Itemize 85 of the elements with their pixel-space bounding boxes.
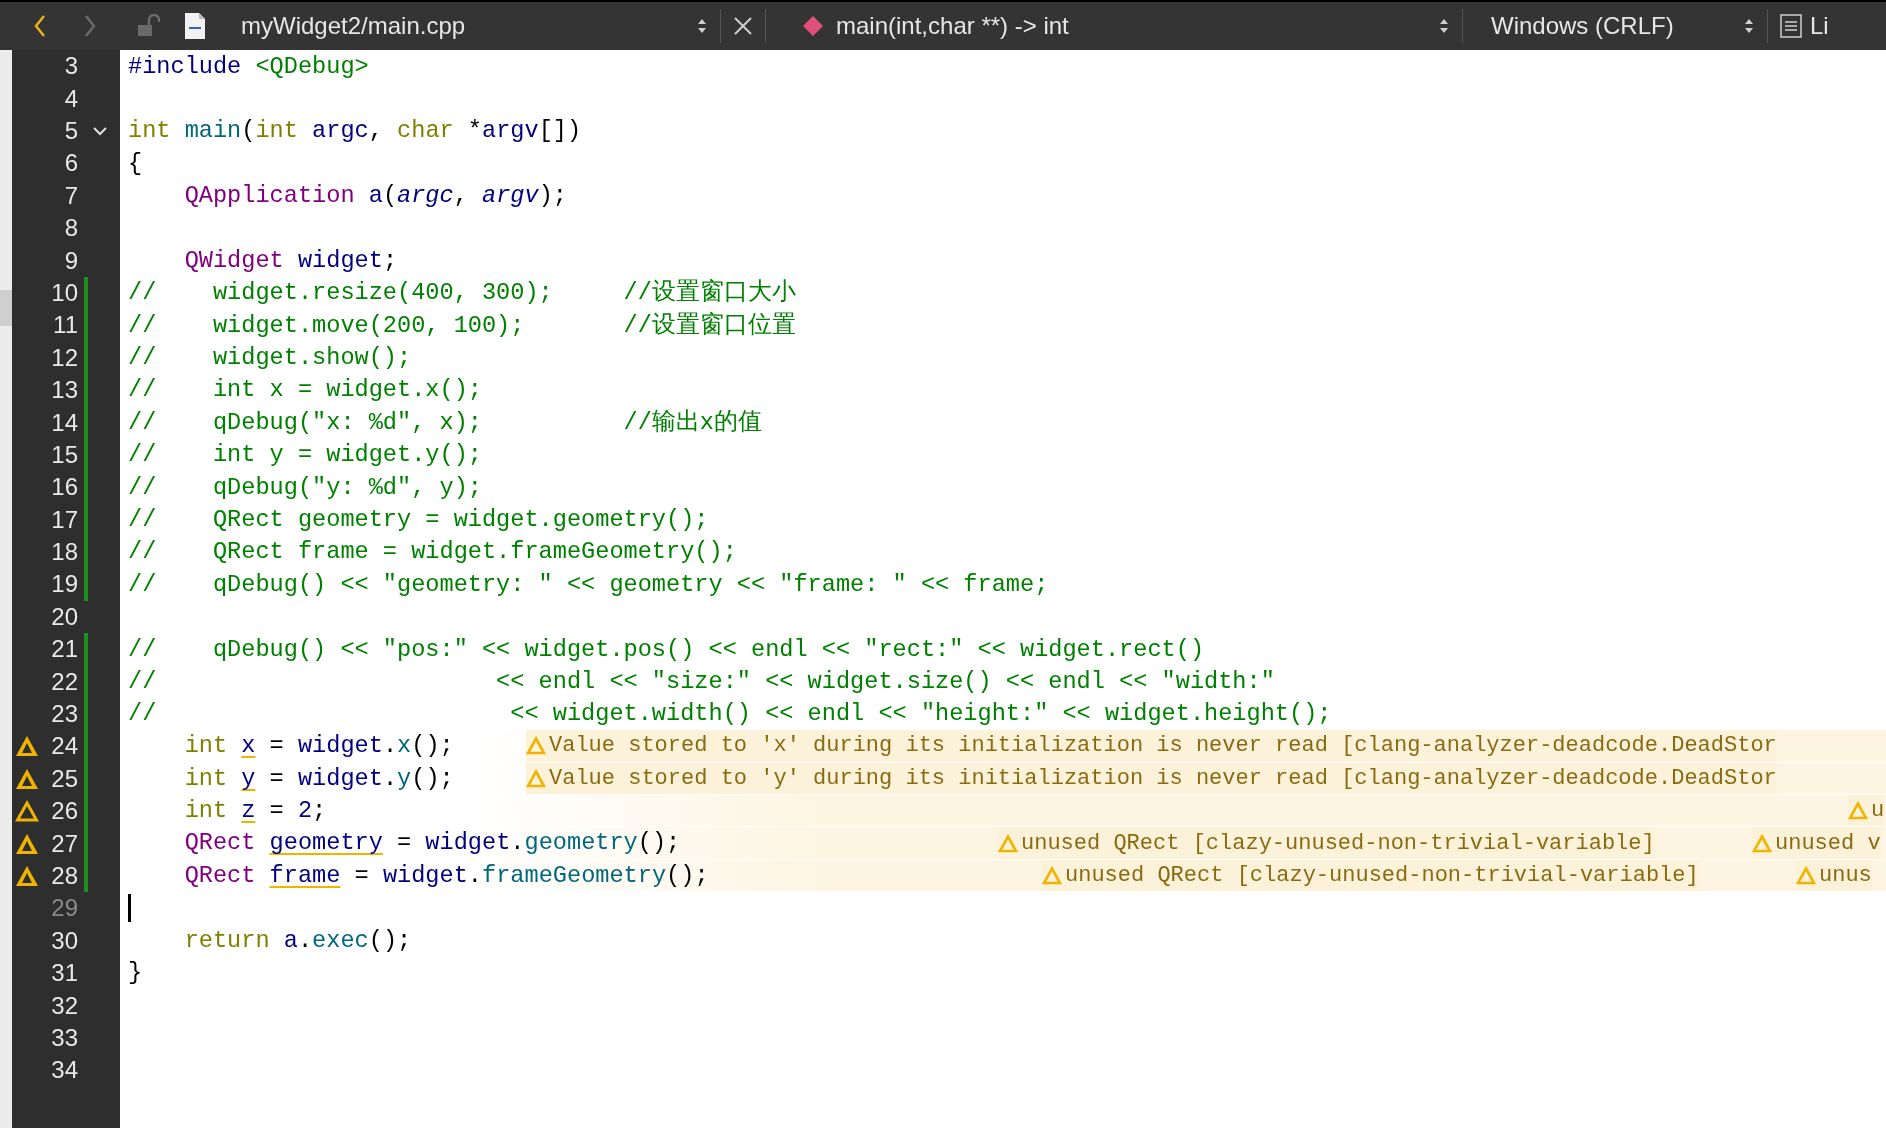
warning-icon xyxy=(1752,833,1772,853)
line-number: 10 xyxy=(50,277,78,308)
toolbar-label[interactable]: Li xyxy=(1810,8,1829,44)
warning-icon xyxy=(998,833,1018,853)
warning-icon xyxy=(1848,801,1868,821)
line-number: 19 xyxy=(50,569,78,600)
line-number: 24 xyxy=(50,731,78,762)
warning-icon[interactable] xyxy=(15,735,39,758)
line-number: 26 xyxy=(50,796,78,827)
line-number: 15 xyxy=(50,439,78,470)
line-number: 11 xyxy=(52,310,78,341)
fold-chevron-icon[interactable] xyxy=(92,124,108,137)
warning-icon[interactable] xyxy=(15,832,39,855)
code-line: #include <QDebug> xyxy=(128,51,369,82)
code-line: QWidget widget; xyxy=(183,245,398,276)
code-comment: // int x = widget.x(); xyxy=(128,375,482,406)
line-number: 5 xyxy=(63,116,78,146)
warning-annotation: unus xyxy=(1819,861,1872,890)
line-number: 17 xyxy=(50,504,78,535)
code-line: int y = widget.y(); xyxy=(183,763,454,794)
warning-icon xyxy=(1796,865,1816,885)
code-comment: // << endl << "size:" << widget.size() << endl << "width:" xyxy=(128,666,1275,697)
diamond-icon xyxy=(802,15,824,37)
code-comment: // qDebug("y: %d", y); xyxy=(128,472,482,503)
line-number: 32 xyxy=(50,990,78,1021)
line-number: 33 xyxy=(50,1022,78,1053)
line-number: 4 xyxy=(63,83,78,114)
warning-icon xyxy=(526,768,546,788)
warning-icon xyxy=(1042,865,1062,885)
warning-icon[interactable] xyxy=(15,864,39,887)
code-line: QApplication a(argc, argv); xyxy=(183,181,567,212)
line-number: 20 xyxy=(50,601,78,632)
code-comment: // widget.move(200, 100); //设置窗口位置 xyxy=(128,310,796,341)
line-number: 8 xyxy=(63,213,78,244)
close-icon[interactable] xyxy=(733,16,753,36)
line-number: 22 xyxy=(50,666,78,697)
line-number: 34 xyxy=(50,1055,78,1086)
warning-annotation: Value stored to 'y' during its initialization is never read [clang-analyzer-deadcode.DeadStor xyxy=(549,764,1777,793)
line-number: 6 xyxy=(63,148,78,179)
symbol-name[interactable]: main(int,char **) -> int xyxy=(836,8,1438,44)
code-comment: // int y = widget.y(); xyxy=(128,440,482,471)
warning-icon[interactable] xyxy=(15,800,39,823)
line-number: 21 xyxy=(50,634,78,665)
line-number: 27 xyxy=(50,828,78,859)
warning-icon xyxy=(526,736,546,756)
code-comment: // qDebug() << "pos:" << widget.pos() << endl << "rect:" << widget.rect() xyxy=(128,634,1205,665)
line-number: 14 xyxy=(50,407,78,438)
code-comment: // widget.resize(400, 300); //设置窗口大小 xyxy=(128,277,796,309)
line-number: 28 xyxy=(50,860,78,891)
line-number: 3 xyxy=(63,51,78,82)
warning-annotation: Value stored to 'x' during its initialization is never read [clang-analyzer-deadcode.DeadStor xyxy=(549,732,1777,761)
code-comment: // qDebug("x: %d", x); //输出x的值 xyxy=(128,407,763,438)
line-number: 9 xyxy=(63,245,78,276)
line-number: 31 xyxy=(50,958,78,989)
code-line: QRect geometry = widget.geometry(); xyxy=(183,828,681,859)
code-comment: // QRect frame = widget.frameGeometry(); xyxy=(128,537,737,568)
line-number: 12 xyxy=(50,342,78,373)
code-comment: // qDebug() << "geometry: " << geometry << "frame: " << frame; xyxy=(128,569,1049,600)
line-number: 7 xyxy=(63,180,78,211)
line-number: 16 xyxy=(50,472,78,503)
warning-icon[interactable] xyxy=(15,767,39,790)
warning-annotation: u xyxy=(1871,797,1885,826)
warning-annotation: unused QRect [clazy-unused-non-trivial-variable] xyxy=(1021,829,1655,858)
line-number: 25 xyxy=(50,763,78,794)
code-line: int main(int argc, char *argv[]) xyxy=(128,116,582,147)
line-number: 29 xyxy=(50,893,78,924)
line-number: 13 xyxy=(50,375,78,406)
code-line: int x = widget.x(); xyxy=(183,731,454,762)
line-number: 30 xyxy=(50,925,78,956)
code-comment: // widget.show(); xyxy=(128,343,412,373)
cpp-file-icon xyxy=(184,12,206,40)
split-view-icon[interactable] xyxy=(1780,14,1802,38)
warning-annotation: unused QRect [clazy-unused-non-trivial-variable] xyxy=(1065,861,1699,890)
code-line: { xyxy=(128,148,143,179)
line-number: 23 xyxy=(50,699,78,729)
code-line: int z = 2; xyxy=(183,796,327,826)
code-line: QRect frame = widget.frameGeometry(); xyxy=(183,860,709,891)
line-number: 18 xyxy=(50,537,78,568)
line-ending[interactable]: Windows (CRLF) xyxy=(1491,8,1743,44)
code-line: } xyxy=(128,958,143,989)
warning-annotation: unused v xyxy=(1775,829,1881,858)
file-name[interactable]: myWidget2/main.cpp xyxy=(241,8,696,44)
code-comment: // QRect geometry = widget.geometry(); xyxy=(128,504,709,535)
code-line: return a.exec(); xyxy=(183,926,412,957)
code-comment: // << widget.width() << endl << "height:" << widget.height(); xyxy=(128,699,1332,730)
